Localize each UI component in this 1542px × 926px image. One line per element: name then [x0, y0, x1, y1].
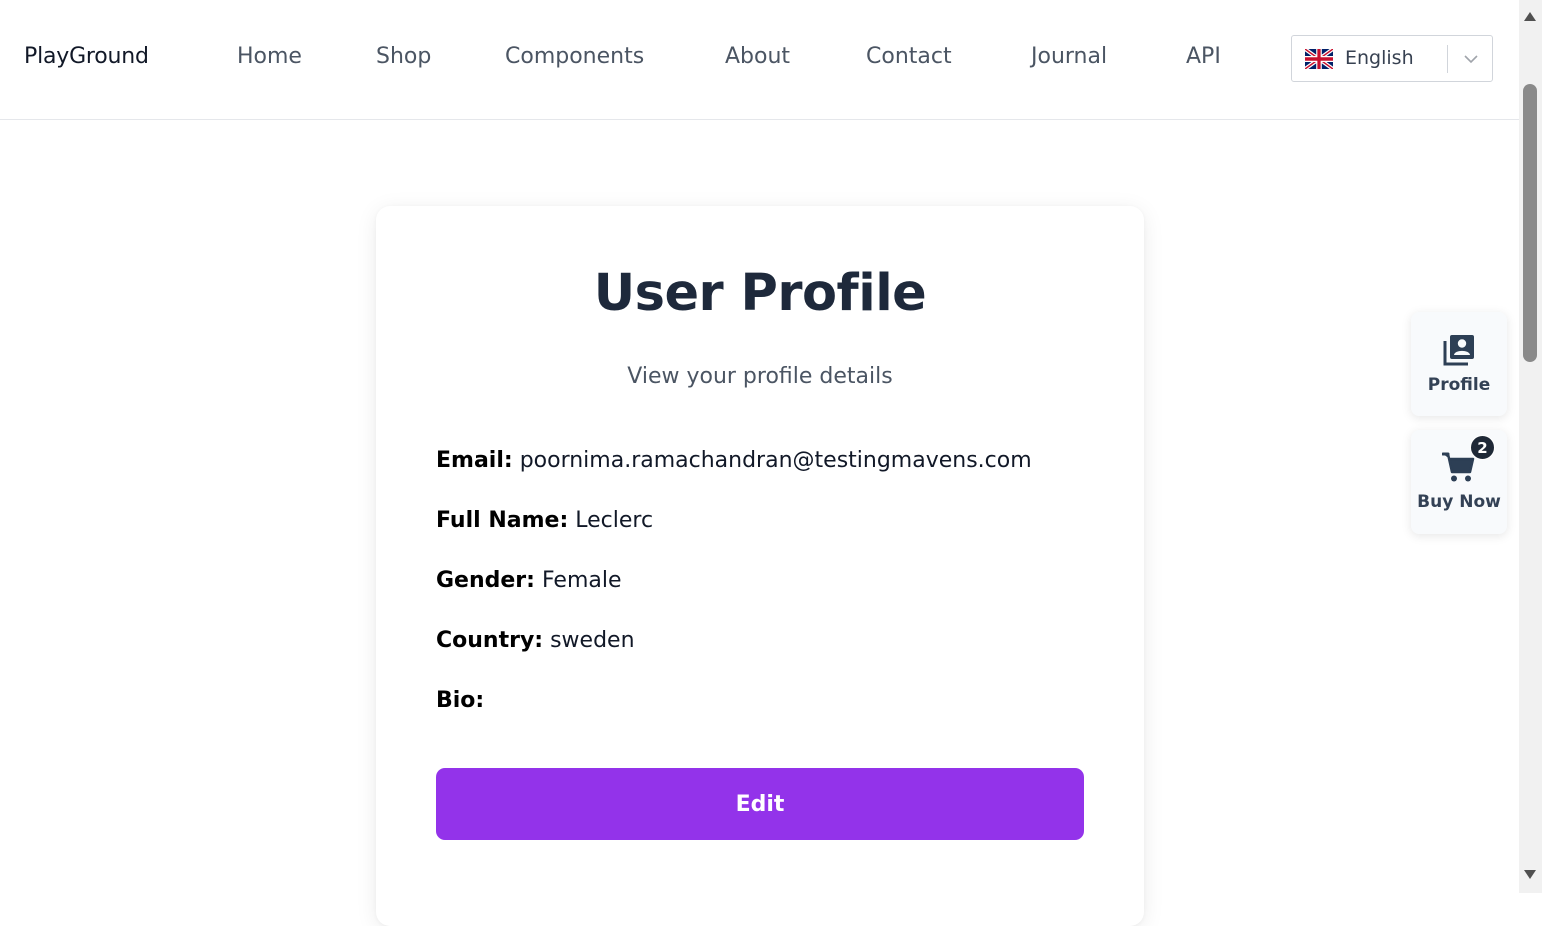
language-select[interactable]: English — [1291, 35, 1493, 82]
scroll-up-arrow-icon[interactable] — [1524, 12, 1536, 21]
profile-field-gender: Gender: Female — [436, 568, 622, 593]
language-label: English — [1345, 47, 1414, 69]
profile-widget-label: Profile — [1427, 375, 1491, 395]
uk-flag-icon — [1305, 49, 1333, 69]
buy-now-widget-button[interactable]: 2 Buy Now — [1411, 430, 1507, 534]
bio-label: Bio: — [436, 688, 485, 713]
gender-value: Female — [541, 568, 622, 593]
scroll-thumb[interactable] — [1523, 84, 1537, 362]
profile-field-bio: Bio: — [436, 688, 484, 713]
page-scrollbar[interactable] — [1519, 0, 1542, 893]
nav-api[interactable]: API — [1186, 44, 1221, 69]
buy-now-widget-label: Buy Now — [1417, 492, 1501, 512]
profile-field-full-name: Full Name: Leclerc — [436, 508, 653, 533]
user-profile-card: User Profile View your profile details E… — [376, 206, 1144, 926]
email-label: Email: — [436, 448, 513, 473]
page-title: User Profile — [593, 264, 927, 323]
chevron-down-icon[interactable] — [1463, 52, 1479, 66]
edit-profile-button[interactable]: Edit — [436, 768, 1084, 840]
page-subtitle: View your profile details — [627, 364, 893, 389]
profile-widget-button[interactable]: Profile — [1411, 312, 1507, 416]
country-label: Country: — [436, 628, 544, 653]
profile-field-email: Email: poornima.ramachandran@testingmave… — [436, 448, 1032, 473]
nav-about[interactable]: About — [725, 44, 790, 69]
shopping-cart-icon — [1442, 452, 1475, 482]
profile-icon — [1443, 335, 1474, 366]
nav-shop[interactable]: Shop — [376, 44, 431, 69]
brand-logo[interactable]: PlayGround — [24, 44, 149, 69]
top-navbar: PlayGround Home Shop Components About Co… — [0, 0, 1519, 120]
select-separator — [1447, 45, 1448, 73]
profile-field-country: Country: sweden — [436, 628, 635, 653]
nav-home[interactable]: Home — [237, 44, 302, 69]
full-name-value: Leclerc — [575, 508, 654, 533]
country-value: sweden — [550, 628, 635, 653]
cart-count-badge: 2 — [1470, 435, 1495, 460]
nav-components[interactable]: Components — [505, 44, 644, 69]
nav-contact[interactable]: Contact — [866, 44, 952, 69]
scroll-down-arrow-icon[interactable] — [1524, 870, 1536, 879]
email-value: poornima.ramachandran@testingmavens.com — [519, 448, 1032, 473]
gender-label: Gender: — [436, 568, 535, 593]
nav-journal[interactable]: Journal — [1031, 44, 1107, 69]
full-name-label: Full Name: — [436, 508, 569, 533]
